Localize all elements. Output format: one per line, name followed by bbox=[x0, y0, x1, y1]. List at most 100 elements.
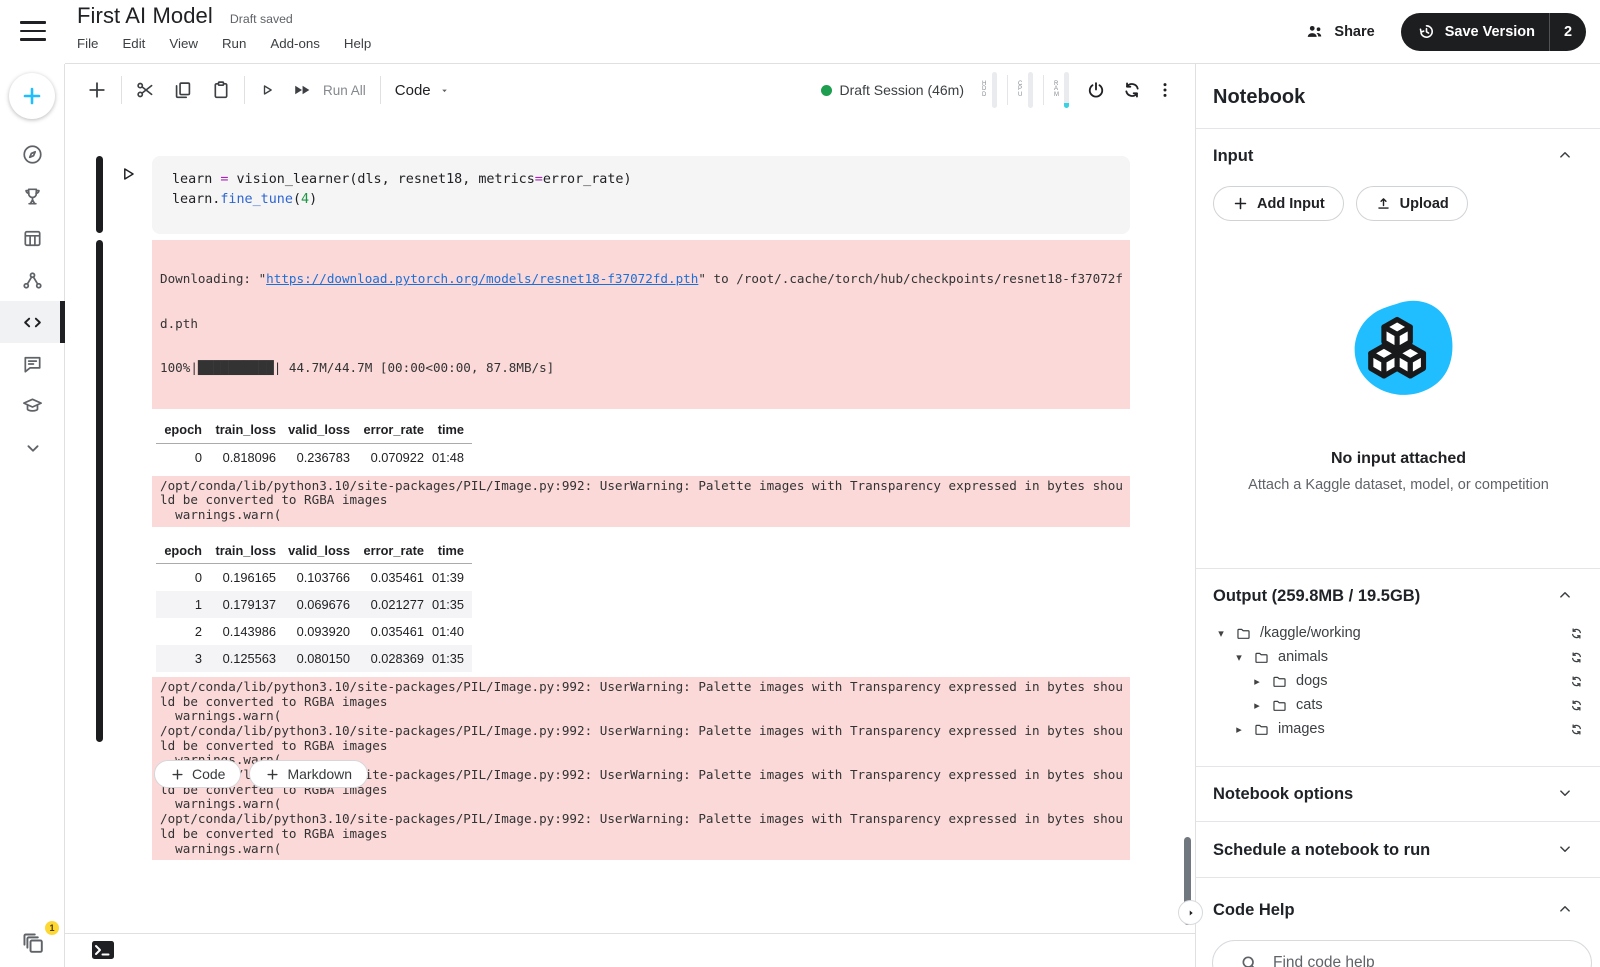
trophy-icon bbox=[21, 185, 44, 208]
caret-right-icon[interactable]: ▸ bbox=[1249, 699, 1265, 712]
sync-icon[interactable] bbox=[1569, 698, 1584, 713]
version-count[interactable]: 2 bbox=[1550, 24, 1586, 40]
sync-icon[interactable] bbox=[1569, 674, 1584, 689]
recent-files-button[interactable]: 1 bbox=[21, 929, 51, 959]
code-help-search bbox=[1212, 940, 1592, 967]
restart-session-button[interactable] bbox=[1121, 79, 1143, 101]
output-section-title: Output (259.8MB / 19.5GB) bbox=[1213, 586, 1584, 606]
run-current-button[interactable] bbox=[257, 80, 277, 100]
code-help-title: Code Help bbox=[1213, 900, 1584, 920]
menu-help[interactable]: Help bbox=[344, 36, 371, 51]
input-section-title: Input bbox=[1213, 146, 1584, 166]
table-icon bbox=[21, 227, 44, 250]
create-button[interactable] bbox=[9, 73, 55, 119]
play-outline-icon bbox=[117, 163, 139, 185]
menu-run[interactable]: Run bbox=[222, 36, 246, 51]
sidebar-item-competitions[interactable] bbox=[0, 175, 65, 217]
sitemap-icon bbox=[21, 269, 44, 292]
sidebar-item-more[interactable] bbox=[0, 427, 65, 469]
paste-cell-button[interactable] bbox=[210, 79, 232, 101]
add-code-cell-button[interactable]: Code bbox=[154, 760, 241, 788]
code-icon bbox=[21, 311, 44, 334]
menu-add-ons[interactable]: Add-ons bbox=[270, 36, 320, 51]
menu-file[interactable]: File bbox=[77, 36, 98, 51]
save-version-button[interactable]: Save Version 2 bbox=[1401, 13, 1586, 51]
sidebar-item-code[interactable] bbox=[0, 301, 65, 343]
caret-down-icon bbox=[439, 85, 450, 96]
sync-icon[interactable] bbox=[1569, 626, 1584, 641]
caret-right-icon[interactable]: ▸ bbox=[1231, 723, 1247, 736]
caret-down-icon[interactable]: ▾ bbox=[1213, 627, 1229, 640]
caret-right-icon[interactable]: ▸ bbox=[1249, 675, 1265, 688]
download-output: Downloading: "https://download.pytorch.o… bbox=[152, 240, 1130, 409]
add-markdown-cell-button[interactable]: Markdown bbox=[249, 760, 368, 788]
chevron-up-icon[interactable] bbox=[1556, 586, 1574, 604]
gauge-divider bbox=[1007, 75, 1008, 105]
upload-button[interactable]: Upload bbox=[1356, 186, 1468, 221]
code-editor-content[interactable]: learn = vision_learner(dls, resnet18, me… bbox=[172, 170, 1110, 210]
output-tree-item-animals[interactable]: ▾animals bbox=[1213, 645, 1584, 669]
panel-collapse-toggle[interactable] bbox=[1178, 900, 1203, 925]
run-all-label: Run All bbox=[323, 83, 366, 98]
cut-cell-button[interactable] bbox=[134, 79, 156, 101]
notebook-title[interactable]: First AI Model bbox=[77, 3, 213, 29]
session-status[interactable]: Draft Session (46m) bbox=[821, 82, 964, 98]
warning-output-1: /opt/conda/lib/python3.10/site-packages/… bbox=[152, 476, 1130, 527]
output-tree-item-cats[interactable]: ▸cats bbox=[1213, 693, 1584, 717]
top-header: First AI Model Draft saved File Edit Vie… bbox=[0, 0, 1600, 63]
chevron-down-icon[interactable] bbox=[1556, 840, 1574, 858]
empty-state-title: No input attached bbox=[1213, 450, 1584, 468]
menu-view[interactable]: View bbox=[169, 36, 198, 51]
schedule-title: Schedule a notebook to run bbox=[1213, 840, 1584, 860]
copy-cell-button[interactable] bbox=[172, 79, 194, 101]
cell-type-dropdown[interactable]: Code bbox=[395, 82, 450, 99]
schedule-section[interactable]: Schedule a notebook to run bbox=[1196, 821, 1600, 877]
menu-edit[interactable]: Edit bbox=[122, 36, 145, 51]
compass-icon bbox=[21, 143, 44, 166]
copy-icon bbox=[172, 79, 194, 101]
kebab-menu-icon bbox=[1155, 80, 1175, 100]
chevron-down-icon[interactable] bbox=[1556, 784, 1574, 802]
add-cell-button[interactable] bbox=[85, 78, 109, 102]
output-tree-item-dogs[interactable]: ▸dogs bbox=[1213, 669, 1584, 693]
output-tree-item-images[interactable]: ▸images bbox=[1213, 717, 1584, 741]
cpu-bar bbox=[1028, 72, 1033, 108]
code-help-search-input[interactable] bbox=[1273, 954, 1553, 967]
sidebar-item-discussions[interactable] bbox=[0, 343, 65, 385]
more-options-button[interactable] bbox=[1155, 80, 1175, 100]
download-link[interactable]: https://download.pytorch.org/models/resn… bbox=[266, 271, 698, 286]
sidebar-item-datasets[interactable] bbox=[0, 217, 65, 259]
notebook-options-section[interactable]: Notebook options bbox=[1196, 766, 1600, 821]
sidebar-item-learn[interactable] bbox=[0, 385, 65, 427]
plus-icon bbox=[170, 767, 185, 782]
run-all-button[interactable]: Run All bbox=[291, 79, 366, 101]
notification-badge: 1 bbox=[45, 921, 59, 935]
share-label: Share bbox=[1334, 24, 1374, 40]
chevron-up-icon[interactable] bbox=[1556, 900, 1574, 918]
add-input-button[interactable]: Add Input bbox=[1213, 186, 1344, 221]
plus-icon bbox=[20, 84, 44, 108]
scissors-icon bbox=[134, 79, 156, 101]
share-button[interactable]: Share bbox=[1304, 21, 1374, 42]
fast-forward-icon bbox=[291, 79, 313, 101]
code-cell[interactable]: learn = vision_learner(dls, resnet18, me… bbox=[152, 156, 1130, 234]
hamburger-menu-button[interactable] bbox=[20, 19, 47, 43]
sync-icon[interactable] bbox=[1569, 722, 1584, 737]
sync-icon[interactable] bbox=[1569, 650, 1584, 665]
stop-session-button[interactable] bbox=[1085, 79, 1107, 101]
caret-down-icon[interactable]: ▾ bbox=[1231, 651, 1247, 664]
sidebar-item-home[interactable] bbox=[0, 133, 65, 175]
output-tree-item--kaggle-working[interactable]: ▾/kaggle/working bbox=[1213, 621, 1584, 645]
console-toggle-button[interactable] bbox=[91, 940, 115, 960]
add-input-label: Add Input bbox=[1257, 196, 1325, 212]
cpu-gauge: CPU bbox=[1018, 72, 1033, 108]
run-cell-button[interactable] bbox=[117, 163, 139, 185]
folder-icon bbox=[1235, 625, 1252, 642]
notebook-options-title: Notebook options bbox=[1213, 784, 1584, 804]
toolbar-divider bbox=[121, 76, 122, 104]
sidebar-item-models[interactable] bbox=[0, 259, 65, 301]
graduation-cap-icon bbox=[21, 395, 44, 418]
chevron-up-icon[interactable] bbox=[1556, 146, 1574, 164]
hdd-gauge: HDD bbox=[982, 72, 997, 108]
hdd-bar bbox=[992, 72, 997, 108]
